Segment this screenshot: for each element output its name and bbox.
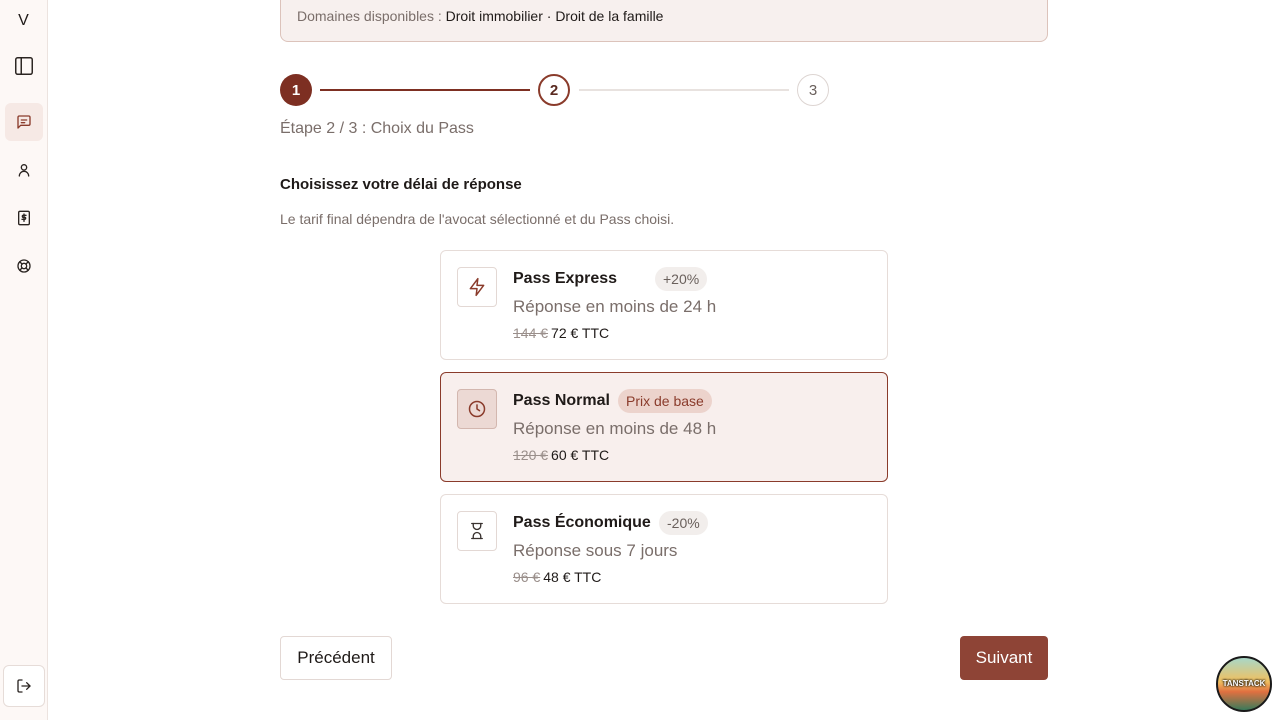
pass-price: 144 €72 € TTC bbox=[513, 325, 609, 341]
domains-info-box: Domaines disponibles : Droit immobilier … bbox=[280, 0, 1048, 42]
sidebar-item-billing[interactable] bbox=[5, 199, 43, 237]
pass-name: Pass Express bbox=[513, 270, 618, 287]
step-2-indicator: 2 bbox=[538, 74, 570, 106]
pass-old-price: 120 € bbox=[513, 447, 549, 463]
pass-option-express[interactable]: Pass Express +20% Réponse en moins de 24… bbox=[440, 250, 888, 360]
pass-badge: +20% bbox=[655, 267, 708, 291]
tanstack-devtools-label: TANSTACK bbox=[1222, 679, 1266, 688]
pass-new-price: 60 € TTC bbox=[551, 447, 610, 463]
sidebar-item-support[interactable] bbox=[5, 247, 43, 285]
sidebar-item-messages[interactable] bbox=[5, 103, 43, 141]
pass-name: Pass Normal bbox=[513, 392, 610, 409]
log-out-icon bbox=[16, 678, 32, 694]
pass-description: Réponse sous 7 jours bbox=[513, 541, 678, 560]
step-label: Étape 2 / 3 : Choix du Pass bbox=[280, 120, 474, 137]
pass-description: Réponse en moins de 24 h bbox=[513, 297, 717, 316]
domains-label: Domaines disponibles : bbox=[297, 8, 446, 24]
stepper-line-completed bbox=[320, 89, 530, 91]
tanstack-devtools-button[interactable]: TANSTACK bbox=[1216, 656, 1272, 712]
stepper-line-pending bbox=[579, 89, 789, 91]
pass-price: 120 €60 € TTC bbox=[513, 447, 609, 463]
pass-old-price: 144 € bbox=[513, 325, 549, 341]
panel-left-icon bbox=[13, 55, 35, 77]
step-3-indicator: 3 bbox=[797, 74, 829, 106]
toggle-sidebar-button[interactable] bbox=[5, 47, 43, 85]
hourglass-icon bbox=[457, 511, 497, 551]
pass-new-price: 48 € TTC bbox=[543, 569, 602, 585]
logout-button[interactable] bbox=[3, 665, 45, 707]
pass-badge: -20% bbox=[659, 511, 708, 535]
pass-name: Pass Économique bbox=[513, 514, 651, 531]
step-1-indicator: 1 bbox=[280, 74, 312, 106]
user-icon bbox=[16, 162, 32, 178]
pass-new-price: 72 € TTC bbox=[551, 325, 610, 341]
pass-description: Réponse en moins de 48 h bbox=[513, 419, 717, 438]
message-square-icon bbox=[16, 114, 32, 130]
life-buoy-icon bbox=[16, 258, 32, 274]
section-subtitle: Le tarif final dépendra de l'avocat séle… bbox=[280, 211, 675, 227]
pass-option-economique[interactable]: Pass Économique -20% Réponse sous 7 jour… bbox=[440, 494, 888, 604]
sidebar-item-profile[interactable] bbox=[5, 151, 43, 189]
section-title: Choisissez votre délai de réponse bbox=[280, 176, 522, 193]
previous-button[interactable]: Précédent bbox=[280, 636, 392, 680]
pass-old-price: 96 € bbox=[513, 569, 541, 585]
domains-value: Droit immobilier · Droit de la famille bbox=[445, 8, 664, 24]
next-button[interactable]: Suivant bbox=[960, 636, 1048, 680]
zap-icon bbox=[457, 267, 497, 307]
pass-option-normal[interactable]: Pass Normal Prix de base Réponse en moin… bbox=[440, 372, 888, 482]
sidebar: V bbox=[0, 0, 48, 720]
receipt-dollar-icon bbox=[16, 210, 32, 226]
pass-price: 96 €48 € TTC bbox=[513, 569, 601, 585]
app-logo[interactable]: V bbox=[0, 12, 47, 30]
clock-icon bbox=[457, 389, 497, 429]
pass-badge: Prix de base bbox=[618, 389, 712, 413]
